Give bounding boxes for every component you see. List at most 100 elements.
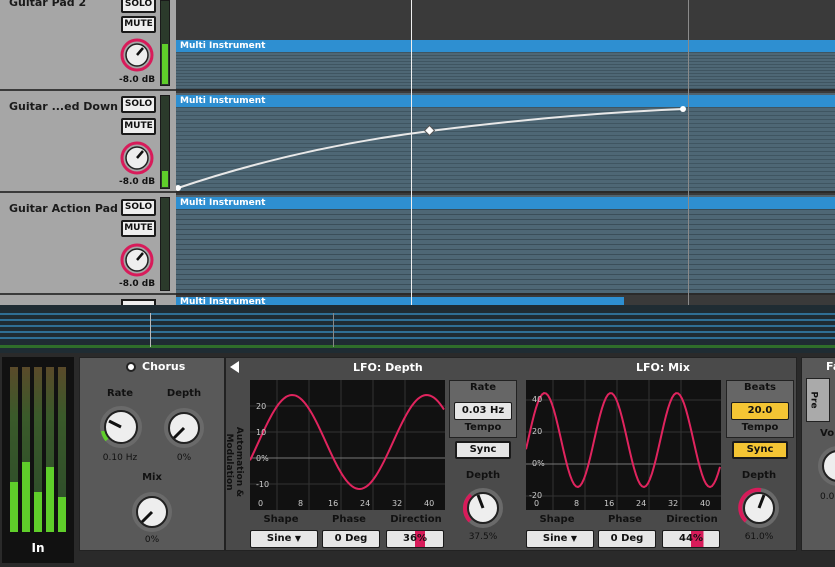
y-tick: 20 — [256, 402, 267, 411]
track-header[interactable]: Guitar ...ed Down SOLO MUTE -8.0 dB — [0, 91, 176, 193]
phase-label: Phase — [332, 514, 366, 525]
automation-modulation-area: Automation & Modulation LFO: Depth 20 10… — [224, 357, 797, 551]
phase-field[interactable]: 0 Deg — [598, 530, 656, 548]
level-meter — [160, 95, 170, 189]
volume-knob[interactable] — [120, 141, 154, 175]
lfo-mix-value: 61.0% — [744, 532, 774, 542]
depth-label: Depth — [465, 470, 501, 481]
x-tick: 40 — [700, 499, 711, 508]
volume-readout: -8.0 dB — [119, 279, 156, 289]
phase-field[interactable]: 0 Deg — [322, 530, 380, 548]
x-tick: 40 — [424, 499, 435, 508]
depth-label: Depth — [166, 388, 202, 399]
clip-midi-notes[interactable] — [176, 209, 835, 293]
mute-button[interactable]: MUTE — [121, 118, 156, 135]
rate-label: Rate — [469, 382, 496, 393]
playhead[interactable] — [411, 0, 412, 305]
tempo-label: Tempo — [464, 422, 502, 433]
sync-button[interactable]: Sync — [455, 441, 511, 459]
depth-value: 0% — [176, 453, 192, 463]
level-meter — [160, 197, 170, 291]
chevron-down-icon: ▼ — [570, 534, 578, 543]
x-tick: 24 — [360, 499, 371, 508]
x-tick: 24 — [636, 499, 647, 508]
volume-readout: -8.0 dB — [119, 177, 156, 187]
direction-field[interactable]: 36% — [386, 530, 444, 548]
y-tick: 20 — [532, 427, 543, 436]
depth-knob[interactable] — [162, 406, 206, 450]
x-tick: 0 — [258, 499, 264, 508]
mute-button[interactable]: MUTE — [121, 16, 156, 33]
input-label: In — [31, 541, 45, 555]
volume-label: Vo — [820, 428, 835, 439]
mix-value: 0% — [144, 535, 160, 545]
arranger: Guitar Pad 2 SOLO MUTE -8.0 dB Multi Ins… — [0, 0, 835, 305]
lfo-depth-plot — [249, 380, 445, 510]
direction-value: 44% — [679, 533, 703, 544]
track-name: Guitar Pad 2 — [9, 0, 87, 9]
level-meter — [160, 0, 170, 86]
x-tick: 16 — [604, 499, 615, 508]
shape-value: Sine — [266, 533, 292, 544]
x-tick: 16 — [328, 499, 339, 508]
arrangement-overview[interactable] — [0, 305, 835, 353]
solo-button[interactable]: SOLO — [121, 0, 156, 13]
rate-field[interactable]: 0.03 Hz — [454, 402, 512, 420]
track-header[interactable]: Guitar Pad 2 SOLO MUTE -8.0 dB — [0, 0, 176, 91]
clip-midi-notes[interactable] — [176, 52, 835, 89]
y-tick: 40 — [532, 395, 543, 404]
beats-label: Beats — [744, 382, 776, 393]
clip-title[interactable]: Multi Instrument — [176, 40, 835, 52]
rate-value: 0.10 Hz — [102, 453, 138, 463]
volume-knob[interactable] — [816, 444, 835, 488]
mix-knob[interactable] — [130, 490, 174, 534]
lfo-mix-knob[interactable] — [737, 486, 781, 530]
phase-label: Phase — [608, 514, 642, 525]
pre-tab-label: Pre — [808, 391, 819, 409]
clip-title[interactable]: Multi Instrument — [176, 197, 835, 209]
shape-select[interactable]: Sine ▼ — [526, 530, 594, 548]
track-name: Guitar ...ed Down — [9, 100, 118, 113]
track-lane[interactable]: Multi Instrument — [176, 195, 835, 295]
x-tick: 32 — [668, 499, 679, 508]
x-tick: 32 — [392, 499, 403, 508]
lfo-depth-graph[interactable]: 20 10 0% -10 0 8 16 24 32 40 — [249, 380, 445, 510]
direction-value: 36% — [403, 533, 427, 544]
clip-title[interactable]: Multi Instrument — [176, 297, 624, 305]
x-tick: 8 — [298, 499, 304, 508]
volume-value: 0.0 — [820, 492, 835, 502]
rate-knob[interactable] — [98, 404, 144, 450]
input-meter: In — [2, 357, 74, 563]
solo-button[interactable]: SOLO — [121, 199, 156, 216]
direction-field[interactable]: 44% — [662, 530, 720, 548]
mix-label: Mix — [142, 472, 162, 483]
mute-button[interactable]: MUTE — [121, 220, 156, 237]
volume-knob[interactable] — [120, 243, 154, 277]
shape-select[interactable]: Sine ▼ — [250, 530, 318, 548]
lfo-depth-knob[interactable] — [461, 486, 505, 530]
y-tick: 0% — [256, 454, 269, 463]
volume-knob[interactable] — [120, 38, 154, 72]
shape-label: Shape — [539, 514, 575, 525]
sync-button[interactable]: Sync — [732, 441, 788, 459]
lfo-mix-title: LFO: Mix — [636, 361, 690, 374]
loop-marker-line — [688, 0, 689, 305]
next-device: Fa Pre Vo 0.0 — [801, 357, 835, 551]
pre-tab[interactable]: Pre — [806, 378, 830, 422]
track-header[interactable]: Guitar Action Pad SOLO MUTE -8.0 dB — [0, 193, 176, 295]
shape-label: Shape — [263, 514, 299, 525]
collapse-arrow-icon[interactable] — [230, 361, 239, 373]
device-power-icon[interactable] — [126, 362, 136, 372]
direction-label: Direction — [666, 514, 718, 525]
y-tick: 10 — [256, 428, 267, 437]
track-lane[interactable]: Multi Instrument — [176, 93, 835, 193]
track-name: Guitar Action Pad — [9, 202, 118, 215]
lfo-mix-graph[interactable]: 40 20 0% -20 0 8 16 24 32 40 — [525, 380, 721, 510]
x-tick: 0 — [534, 499, 540, 508]
track-lane[interactable]: Multi Instrument — [176, 40, 835, 91]
lfo-mix-plot — [525, 380, 721, 510]
solo-button[interactable]: SOLO — [121, 96, 156, 113]
beats-field[interactable]: 20.0 — [731, 402, 789, 420]
automation-curve[interactable] — [176, 93, 835, 193]
automation-label: Automation & Modulation — [224, 426, 244, 498]
